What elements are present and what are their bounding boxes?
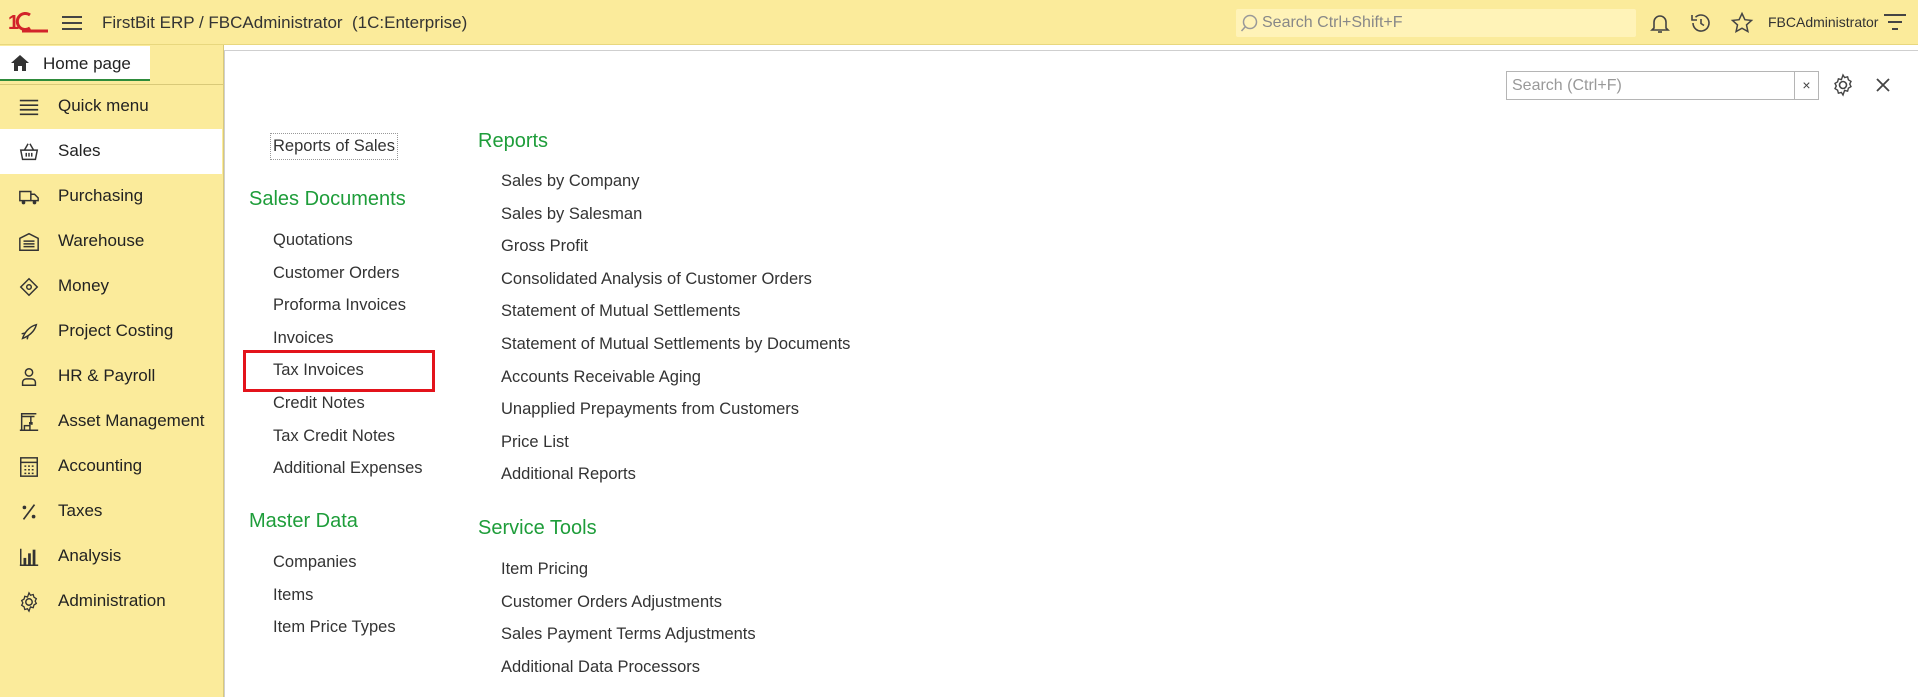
link-additional-expenses[interactable]: Additional Expenses bbox=[273, 459, 423, 478]
link-customer-orders-adjustments[interactable]: Customer Orders Adjustments bbox=[501, 593, 722, 612]
warehouse-icon bbox=[19, 232, 39, 251]
sidebar-item-money[interactable]: Money bbox=[0, 264, 222, 309]
link-proforma-invoices[interactable]: Proforma Invoices bbox=[273, 296, 406, 315]
history-icon[interactable] bbox=[1689, 11, 1713, 35]
link-statement-of-mutual-settlements[interactable]: Statement of Mutual Settlements bbox=[501, 302, 740, 321]
sidebar-item-purchasing[interactable]: Purchasing bbox=[0, 174, 222, 219]
global-search-input[interactable]: Search Ctrl+Shift+F bbox=[1236, 9, 1636, 37]
link-companies[interactable]: Companies bbox=[273, 553, 356, 572]
app-title: FirstBit ERP / FBCAdministrator (1C:Ente… bbox=[102, 13, 468, 32]
top-bar: 1 FirstBit ERP / FBCAdministrator (1C:En… bbox=[0, 0, 1918, 45]
calculator-icon bbox=[20, 457, 38, 477]
crane-icon bbox=[19, 413, 39, 431]
sidebar-item-label: Analysis bbox=[58, 546, 122, 565]
link-accounts-receivable-aging[interactable]: Accounts Receivable Aging bbox=[501, 368, 701, 387]
search-icon bbox=[1240, 14, 1258, 32]
list-icon bbox=[19, 99, 39, 116]
sidebar-item-label: Money bbox=[58, 276, 110, 295]
sidebar-item-label: Taxes bbox=[58, 501, 103, 520]
link-consolidated-analysis-of-customer-orders[interactable]: Consolidated Analysis of Customer Orders bbox=[501, 270, 812, 289]
link-item-price-types[interactable]: Item Price Types bbox=[273, 618, 396, 637]
sidebar-item-quick-menu[interactable]: Quick menu bbox=[0, 84, 222, 129]
link-gross-profit[interactable]: Gross Profit bbox=[501, 237, 588, 256]
basket-icon bbox=[19, 143, 39, 161]
link-statement-of-mutual-settlements-by-documents[interactable]: Statement of Mutual Settlements by Docum… bbox=[501, 335, 850, 354]
gear-icon[interactable] bbox=[1831, 73, 1855, 97]
link-item-pricing[interactable]: Item Pricing bbox=[501, 560, 588, 579]
sidebar-item-project-costing[interactable]: Project Costing bbox=[0, 309, 222, 354]
bar-chart-icon bbox=[19, 548, 39, 566]
section-title: Master Data bbox=[249, 510, 358, 532]
link-sales-payment-terms-adjustments[interactable]: Sales Payment Terms Adjustments bbox=[501, 625, 756, 644]
section-title: Reports bbox=[478, 130, 549, 152]
link-invoices[interactable]: Invoices bbox=[273, 329, 334, 348]
sidebar-item-analysis[interactable]: Analysis bbox=[0, 534, 222, 579]
sidebar-item-hr-payroll[interactable]: HR & Payroll bbox=[0, 354, 222, 399]
truck-icon bbox=[19, 190, 39, 205]
sidebar-item-sales[interactable]: Sales bbox=[0, 129, 222, 174]
section-title: Service Tools bbox=[478, 517, 597, 539]
sidebar-item-asset-management[interactable]: Asset Management bbox=[0, 399, 222, 444]
highlight-box bbox=[243, 350, 435, 392]
person-icon bbox=[21, 368, 37, 386]
link-additional-data-processors[interactable]: Additional Data Processors bbox=[501, 658, 700, 677]
sidebar-item-administration[interactable]: Administration bbox=[0, 579, 222, 624]
panel-search-input[interactable]: Search (Ctrl+F) bbox=[1506, 71, 1795, 100]
percent-icon bbox=[22, 504, 36, 520]
main-menu-icon[interactable] bbox=[60, 13, 84, 33]
panel-search-placeholder: Search (Ctrl+F) bbox=[1512, 77, 1622, 94]
sidebar-item-warehouse[interactable]: Warehouse bbox=[0, 219, 222, 264]
bell-icon[interactable] bbox=[1648, 11, 1672, 35]
user-name[interactable]: FBCAdministrator bbox=[1768, 14, 1878, 30]
link-quotations[interactable]: Quotations bbox=[273, 231, 353, 250]
sidebar-item-label: Sales bbox=[58, 141, 101, 160]
sidebar-item-label: Warehouse bbox=[58, 231, 145, 250]
home-page-tab[interactable]: Home page bbox=[0, 46, 150, 81]
link-sales-by-salesman[interactable]: Sales by Salesman bbox=[501, 205, 642, 224]
global-search-placeholder: Search Ctrl+Shift+F bbox=[1262, 14, 1403, 31]
sidebar-item-label: Accounting bbox=[58, 456, 143, 475]
sidebar-item-label: Administration bbox=[58, 591, 166, 610]
reports-of-sales-link[interactable]: Reports of Sales bbox=[270, 133, 398, 160]
rocket-icon bbox=[21, 323, 38, 340]
clear-search-button[interactable]: × bbox=[1795, 71, 1819, 100]
money-icon bbox=[19, 277, 39, 297]
sidebar-item-accounting[interactable]: Accounting bbox=[0, 444, 222, 489]
link-customer-orders[interactable]: Customer Orders bbox=[273, 264, 400, 283]
home-page-label: Home page bbox=[43, 54, 131, 73]
link-credit-notes[interactable]: Credit Notes bbox=[273, 394, 365, 413]
close-icon[interactable] bbox=[1872, 74, 1894, 96]
home-icon bbox=[11, 55, 29, 71]
sidebar-item-label: Quick menu bbox=[58, 96, 149, 115]
gear-icon bbox=[20, 591, 38, 613]
link-tax-credit-notes[interactable]: Tax Credit Notes bbox=[273, 427, 395, 446]
link-additional-reports[interactable]: Additional Reports bbox=[501, 465, 636, 484]
settings-menu-icon[interactable] bbox=[1884, 14, 1906, 34]
sidebar-item-label: Asset Management bbox=[58, 411, 205, 430]
link-sales-by-company[interactable]: Sales by Company bbox=[501, 172, 640, 191]
1c-logo: 1 bbox=[8, 12, 48, 34]
sidebar-item-label: Project Costing bbox=[58, 321, 174, 340]
link-items[interactable]: Items bbox=[273, 586, 313, 605]
sidebar-item-label: Purchasing bbox=[58, 186, 144, 205]
link-price-list[interactable]: Price List bbox=[501, 433, 569, 452]
star-icon[interactable] bbox=[1730, 11, 1754, 35]
link-unapplied-prepayments-from-customers[interactable]: Unapplied Prepayments from Customers bbox=[501, 400, 799, 419]
section-title: Sales Documents bbox=[249, 188, 406, 210]
sidebar-item-label: HR & Payroll bbox=[58, 366, 156, 385]
sidebar-item-taxes[interactable]: Taxes bbox=[0, 489, 222, 534]
